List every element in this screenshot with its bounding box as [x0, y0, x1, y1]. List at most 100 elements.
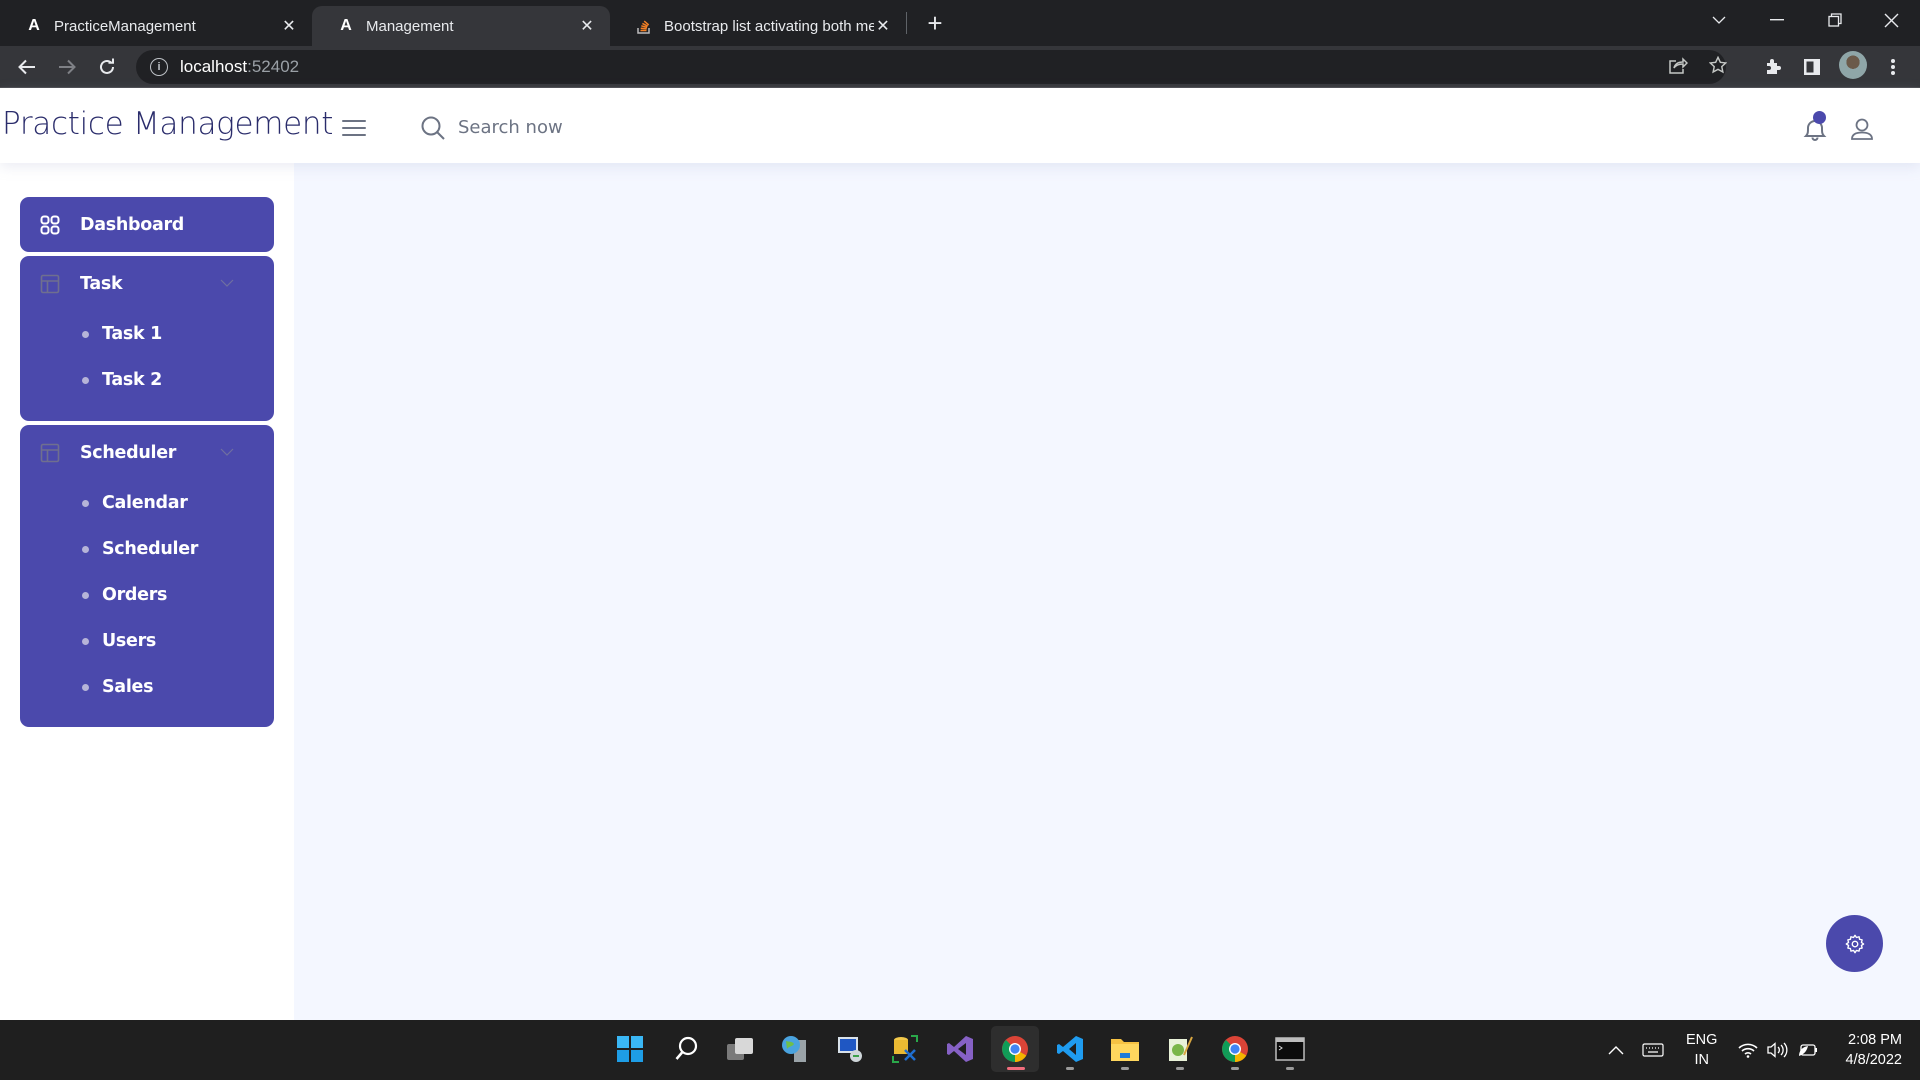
taskbar-app-notepad-plus-plus[interactable]	[1156, 1026, 1204, 1072]
battery-saver-icon[interactable]	[1797, 1020, 1819, 1080]
chrome-icon	[1222, 1036, 1248, 1063]
restore-icon[interactable]	[1806, 0, 1864, 40]
chevron-down-icon[interactable]	[220, 278, 234, 288]
address-bar[interactable]: i localhost:52402	[136, 50, 1728, 84]
tab-management[interactable]: A Management ✕	[312, 6, 610, 46]
windows-logo-icon	[617, 1036, 643, 1062]
sidebar-subitem-scheduler[interactable]: Scheduler	[20, 526, 274, 572]
taskbar-app-chrome[interactable]	[1211, 1026, 1259, 1072]
vscode-icon	[1057, 1036, 1083, 1062]
bullet	[82, 330, 89, 338]
sidebar-item-label: Task	[80, 273, 123, 294]
new-tab-button[interactable]: +	[922, 8, 948, 39]
user-profile-icon[interactable]	[1850, 117, 1874, 141]
side-panel-icon[interactable]	[1797, 52, 1827, 82]
sidebar-subitem-label: Users	[102, 631, 157, 651]
close-tab-icon[interactable]: ✕	[280, 16, 298, 36]
taskbar-task-view[interactable]	[716, 1026, 764, 1072]
volume-icon[interactable]	[1766, 1020, 1788, 1080]
taskbar-app-network[interactable]	[771, 1026, 819, 1072]
share-icon[interactable]	[1666, 56, 1690, 79]
taskbar-app-file-explorer[interactable]	[1101, 1026, 1149, 1072]
taskbar-app-database-tool[interactable]	[881, 1026, 929, 1072]
chrome-menu-icon[interactable]	[1878, 52, 1908, 82]
bullet	[82, 637, 89, 645]
sidebar-item-dashboard[interactable]: Dashboard	[20, 197, 274, 252]
sidebar-subitem-label: Calendar	[102, 493, 188, 513]
sidebar-subitem-sales[interactable]: Sales	[20, 664, 274, 710]
system-clock[interactable]: 2:08 PM 4/8/2022	[1846, 1030, 1902, 1070]
sidebar: Dashboard Task Task 1 Task 2 Scheduler C…	[0, 163, 294, 1020]
close-tab-icon[interactable]: ✕	[578, 16, 596, 36]
sidebar-group-task-header[interactable]: Task	[20, 256, 274, 311]
tab-practicemanagement[interactable]: A PracticeManagement ✕	[0, 6, 312, 46]
visual-studio-icon	[947, 1036, 973, 1062]
app-header: Practice Management	[0, 88, 1920, 163]
minimize-icon[interactable]	[1748, 0, 1806, 40]
chrome-icon	[1002, 1036, 1028, 1063]
sidebar-item-label: Dashboard	[80, 214, 185, 235]
grid-icon	[40, 215, 60, 234]
touch-keyboard-icon[interactable]	[1642, 1020, 1664, 1080]
bullet	[82, 499, 89, 507]
layout-icon	[40, 274, 60, 293]
taskbar-app-visual-studio[interactable]	[936, 1026, 984, 1072]
close-tab-icon[interactable]: ✕	[874, 16, 892, 36]
extensions-puzzle-icon[interactable]	[1758, 52, 1788, 82]
brand-title[interactable]: Practice Management	[2, 106, 333, 142]
chevron-down-icon[interactable]	[220, 447, 234, 457]
clock-date: 4/8/2022	[1845, 1052, 1902, 1068]
wifi-icon[interactable]	[1738, 1020, 1758, 1080]
browser-tab-bar: A PracticeManagement ✕ A Management ✕ Bo…	[0, 0, 1920, 46]
search-icon	[675, 1036, 698, 1060]
gear-icon	[1845, 934, 1864, 953]
taskbar-running-indicator	[1286, 1067, 1294, 1070]
taskbar-app-remote-desktop[interactable]	[826, 1026, 874, 1072]
back-arrow-icon[interactable]	[12, 52, 42, 82]
main-content	[294, 163, 1920, 1020]
network-app-icon	[782, 1036, 806, 1062]
layout-icon	[40, 443, 60, 462]
clock-time: 2:08 PM	[1848, 1032, 1902, 1048]
notification-badge	[1813, 111, 1826, 124]
search-input[interactable]	[458, 114, 758, 140]
settings-button[interactable]	[1826, 915, 1883, 972]
forward-arrow-icon[interactable]	[52, 52, 82, 82]
taskbar-running-indicator	[1066, 1067, 1074, 1070]
bullet	[82, 545, 89, 553]
sidebar-subitem-label: Task 2	[102, 370, 163, 390]
profile-avatar[interactable]	[1839, 51, 1867, 79]
tab-title: PracticeManagement	[54, 17, 196, 35]
angular-icon: A	[28, 17, 40, 34]
sidebar-group-scheduler-header[interactable]: Scheduler	[20, 425, 274, 480]
sidebar-group-task: Task Task 1 Task 2	[20, 256, 274, 421]
sidebar-subitem-task-1[interactable]: Task 1	[20, 311, 274, 357]
sidebar-subitem-users[interactable]: Users	[20, 618, 274, 664]
site-info-icon[interactable]: i	[150, 58, 168, 76]
os-taskbar: ENG IN 2:08 PM 4/8/2022	[0, 1020, 1920, 1080]
bullet	[82, 683, 89, 691]
remote-desktop-icon	[838, 1037, 862, 1062]
tab-bootstrap-question[interactable]: Bootstrap list activating both me ✕	[610, 6, 906, 46]
sidebar-subitem-calendar[interactable]: Calendar	[20, 480, 274, 526]
taskbar-app-vscode[interactable]	[1046, 1026, 1094, 1072]
taskbar-search-button[interactable]	[662, 1026, 710, 1072]
reload-icon[interactable]	[92, 52, 122, 82]
taskbar-start-button[interactable]	[606, 1026, 654, 1072]
tray-overflow-chevron-icon[interactable]	[1608, 1020, 1624, 1080]
search-icon	[421, 116, 445, 140]
browser-toolbar: i localhost:52402	[0, 46, 1920, 88]
tab-separator	[906, 12, 907, 34]
input-language-indicator[interactable]: ENG IN	[1686, 1030, 1717, 1070]
sidebar-subitem-orders[interactable]: Orders	[20, 572, 274, 618]
tab-search-chevron-icon[interactable]	[1690, 0, 1748, 40]
menu-toggle-icon[interactable]	[342, 120, 366, 136]
tab-title: Management	[366, 17, 454, 35]
sidebar-subitem-label: Task 1	[102, 324, 163, 344]
sidebar-subitem-task-2[interactable]: Task 2	[20, 357, 274, 403]
taskbar-app-chrome-active[interactable]	[991, 1026, 1039, 1072]
close-window-icon[interactable]	[1862, 0, 1920, 40]
url-port: :52402	[247, 57, 300, 76]
bookmark-star-icon[interactable]	[1706, 55, 1730, 79]
taskbar-app-terminal[interactable]	[1266, 1026, 1314, 1072]
